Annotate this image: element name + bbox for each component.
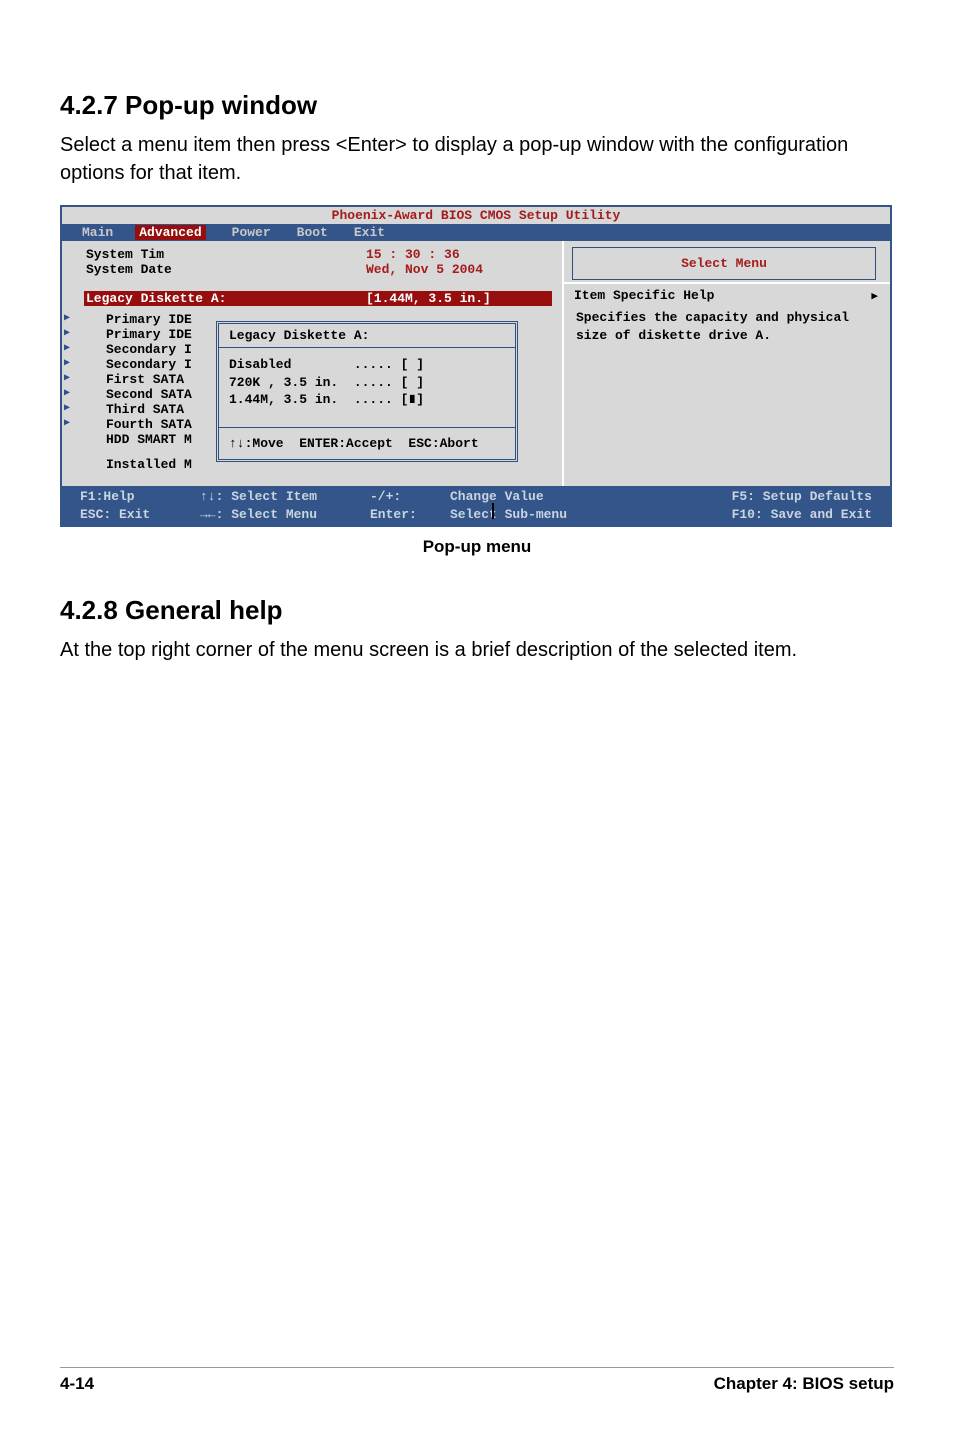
legacy-a-value: [1.44M, 3.5 in.] xyxy=(366,291,491,306)
f5-defaults: F5: Setup Defaults xyxy=(630,488,872,506)
text-427: Select a menu item then press <Enter> to… xyxy=(60,131,894,187)
legacy-a-label[interactable]: Legacy Diskette A: xyxy=(86,291,366,306)
menu-main[interactable]: Main xyxy=(82,225,113,240)
heading-428: 4.2.8 General help xyxy=(60,595,894,626)
heading-427: 4.2.7 Pop-up window xyxy=(60,90,894,121)
f10-save: F10: Save and Exit xyxy=(630,506,872,524)
item-specific-help-label: Item Specific Help xyxy=(574,288,714,303)
arrow-icon: ▶ xyxy=(64,357,70,369)
change-key: -/+: xyxy=(370,488,450,506)
popup-window: Legacy Diskette A: Disabled ..... [ ] 72… xyxy=(216,321,518,462)
bios-footer: F1:Help ↑↓: Select Item -/+: Change Valu… xyxy=(62,486,890,525)
system-date-value[interactable]: Wed, Nov 5 2004 xyxy=(366,262,483,277)
esc-exit: ESC: Exit xyxy=(80,506,200,524)
select-menu-box: Select Menu xyxy=(572,247,876,280)
bios-left-panel: System Tim 15 : 30 : 36 System Date Wed,… xyxy=(62,241,562,486)
page-number: 4-14 xyxy=(60,1374,94,1394)
change-value: Change Value xyxy=(450,488,630,506)
bios-menu-bar: Main Advanced Power Boot Exit xyxy=(62,224,890,241)
text-428: At the top right corner of the menu scre… xyxy=(60,636,894,664)
bios-screenshot: Phoenix-Award BIOS CMOS Setup Utility Ma… xyxy=(60,205,892,527)
f1-help: F1:Help xyxy=(80,488,200,506)
arrow-icon: ▶ xyxy=(64,312,70,324)
menu-exit[interactable]: Exit xyxy=(354,225,385,240)
bios-right-panel: Select Menu Item Specific Help ▶ Specifi… xyxy=(562,241,890,486)
popup-option-720k[interactable]: 720K , 3.5 in. ..... [ ] xyxy=(229,374,505,392)
arrow-icon: ▶ xyxy=(64,372,70,384)
system-time-label: System Tim xyxy=(86,247,366,262)
system-time-value[interactable]: 15 : 30 : 36 xyxy=(366,247,460,262)
arrow-right-icon: ▶ xyxy=(871,289,878,303)
arrow-icon: ▶ xyxy=(64,402,70,414)
item-help-text: Specifies the capacity and physical size… xyxy=(564,307,890,347)
popup-caption: Pop-up menu xyxy=(60,537,894,557)
arrow-icon: ▶ xyxy=(64,387,70,399)
menu-boot[interactable]: Boot xyxy=(297,225,328,240)
system-date-label: System Date xyxy=(86,262,366,277)
chapter-title: Chapter 4: BIOS setup xyxy=(714,1374,894,1394)
select-item: ↑↓: Select Item xyxy=(200,488,370,506)
menu-advanced[interactable]: Advanced xyxy=(135,225,205,240)
caption-pointer-line xyxy=(492,503,494,519)
popup-footer: ↑↓:Move ENTER:Accept ESC:Abort xyxy=(219,427,515,459)
select-submenu: Select Sub-menu xyxy=(450,506,630,524)
page-footer: 4-14 Chapter 4: BIOS setup xyxy=(60,1367,894,1394)
select-menu-nav: →←: Select Menu xyxy=(200,506,370,524)
arrow-icon: ▶ xyxy=(64,327,70,339)
popup-option-144m[interactable]: 1.44M, 3.5 in. ..... [∎] xyxy=(229,391,505,409)
popup-option-disabled[interactable]: Disabled ..... [ ] xyxy=(229,356,505,374)
enter-key: Enter: xyxy=(370,506,450,524)
arrow-icon: ▶ xyxy=(64,417,70,429)
arrow-icon: ▶ xyxy=(64,342,70,354)
menu-power[interactable]: Power xyxy=(232,225,271,240)
popup-title: Legacy Diskette A: xyxy=(219,324,515,345)
bios-title: Phoenix-Award BIOS CMOS Setup Utility xyxy=(62,207,890,224)
